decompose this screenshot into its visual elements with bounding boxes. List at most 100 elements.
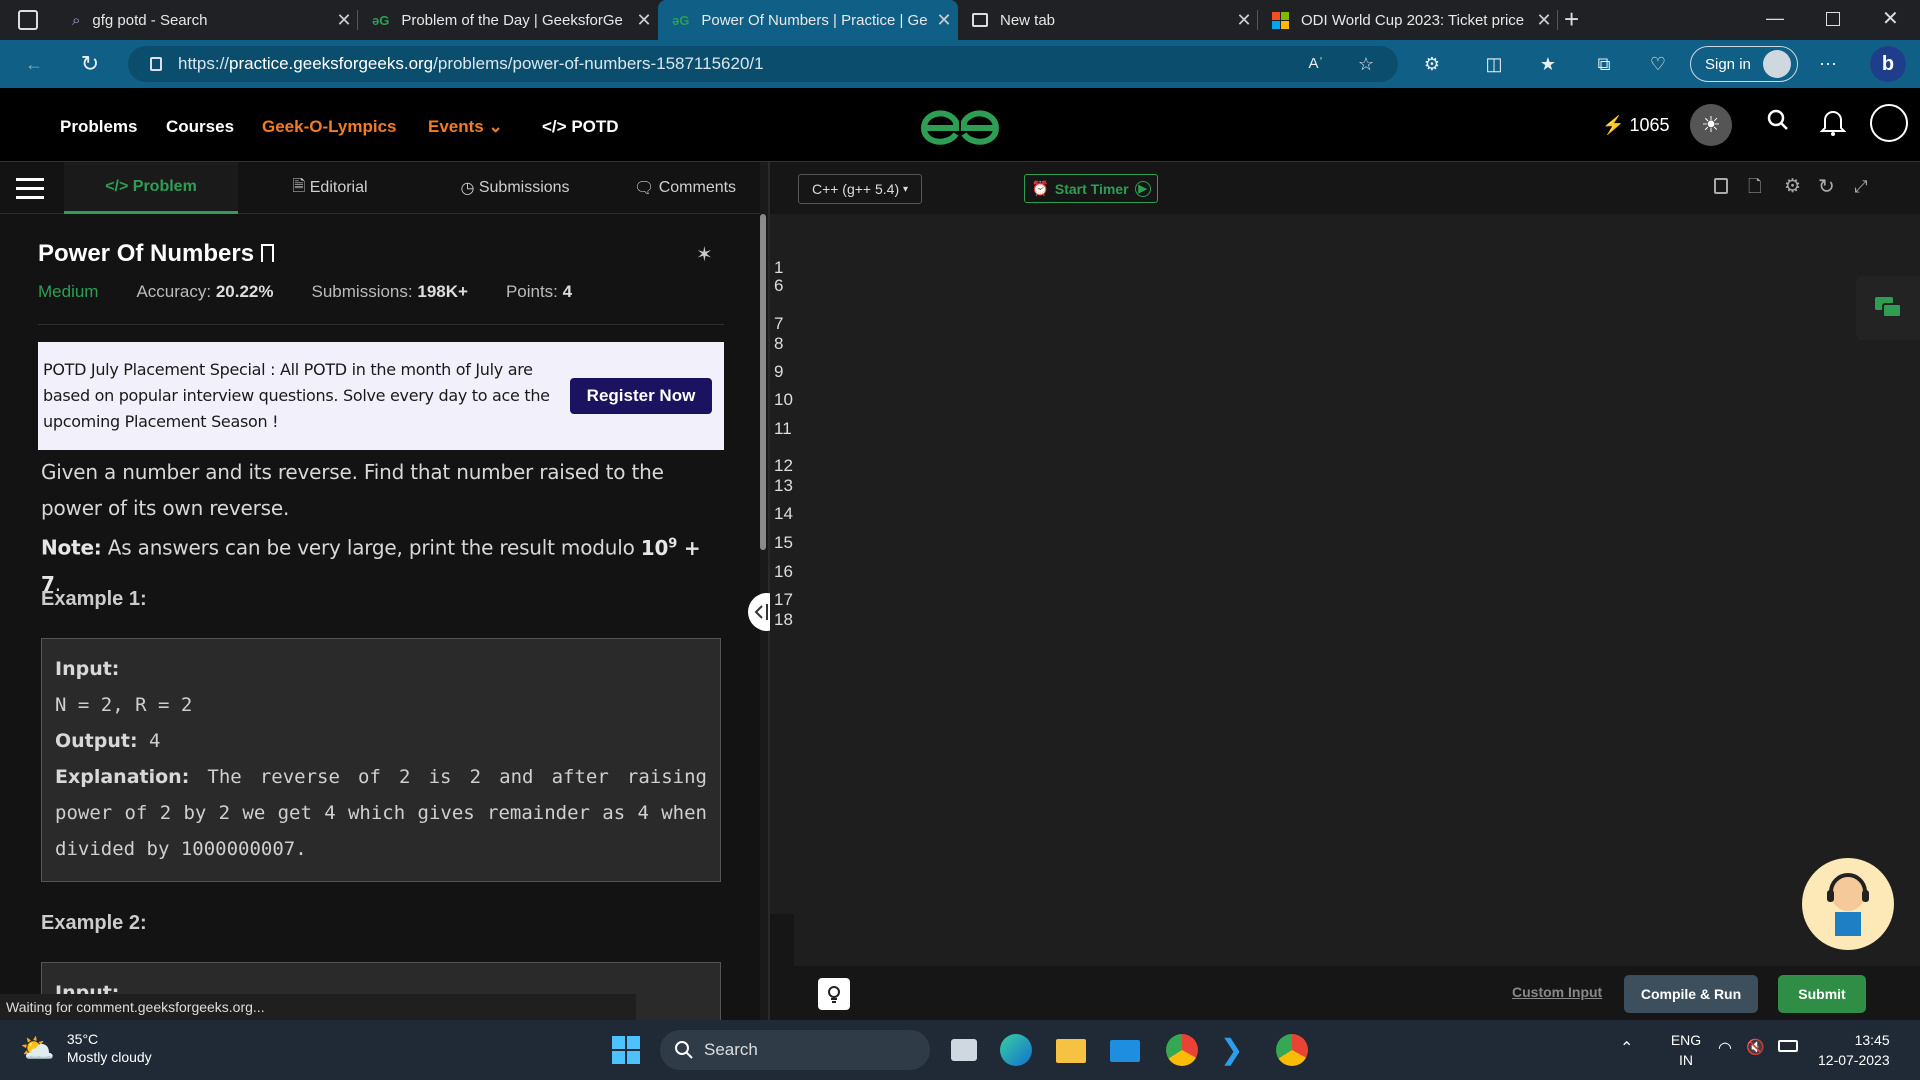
- line-number: 16: [774, 562, 793, 581]
- browser-tab-new[interactable]: New tab ✕: [958, 0, 1258, 40]
- bell-icon[interactable]: [1820, 108, 1846, 136]
- tab-editorial[interactable]: 🗎 Editorial: [250, 162, 410, 214]
- close-window-button[interactable]: ✕: [1882, 6, 1899, 31]
- read-aloud-icon[interactable]: Aʾ: [1304, 52, 1328, 76]
- wifi-icon[interactable]: ◠: [1718, 1038, 1732, 1058]
- close-tab-icon[interactable]: ✕: [1530, 10, 1558, 31]
- taskbar-search[interactable]: Search: [660, 1030, 930, 1070]
- register-now-button[interactable]: Register Now: [570, 378, 712, 414]
- tab-submissions[interactable]: ◷ Submissions: [430, 162, 600, 214]
- compile-run-button[interactable]: Compile & Run: [1624, 975, 1758, 1013]
- custom-input-link[interactable]: Custom Input: [1512, 984, 1602, 1000]
- back-button[interactable]: ←: [22, 52, 46, 76]
- line-number: 8: [774, 334, 784, 353]
- profile-icon[interactable]: [1870, 104, 1908, 142]
- gfg-logo[interactable]: [918, 102, 1002, 148]
- help-bot-avatar[interactable]: [1802, 858, 1894, 950]
- search-icon[interactable]: [1766, 108, 1790, 132]
- line-number: 13: [774, 476, 793, 495]
- browser-essentials-icon[interactable]: ♡: [1646, 52, 1670, 76]
- nav-courses[interactable]: Courses: [166, 117, 234, 137]
- chrome-icon[interactable]: [1166, 1034, 1198, 1066]
- potd-banner: POTD July Placement Special : All POTD i…: [38, 342, 724, 450]
- browser-tab-search[interactable]: ⌕ gfg potd - Search ✕: [58, 0, 358, 40]
- nav-events[interactable]: Events ⌄: [428, 117, 503, 137]
- close-tab-icon[interactable]: ✕: [1230, 10, 1258, 31]
- browser-tab-bar: ⌕ gfg potd - Search ✕ əG Problem of the …: [0, 0, 1920, 40]
- mail-icon[interactable]: [1110, 1034, 1142, 1066]
- restore-button[interactable]: [1826, 12, 1840, 26]
- extensions-icon[interactable]: ⚙: [1420, 52, 1444, 76]
- chrome-profile-icon[interactable]: [1276, 1034, 1308, 1066]
- settings-icon[interactable]: ⚙: [1784, 177, 1802, 196]
- caret-down-icon: ▾: [903, 183, 909, 195]
- more-menu-icon[interactable]: ⋯: [1816, 52, 1840, 76]
- problem-scrollbar[interactable]: [760, 214, 766, 550]
- copy-icon[interactable]: [1714, 178, 1728, 194]
- nav-potd[interactable]: </> POTD: [542, 117, 619, 137]
- start-timer-button[interactable]: ⏰ Start Timer ▶: [1024, 174, 1158, 203]
- battery-icon[interactable]: [1778, 1040, 1798, 1052]
- tab-title: Power Of Numbers | Practice | Ge: [701, 11, 928, 29]
- code-area[interactable]: [794, 214, 1920, 966]
- code-icon: </>: [105, 177, 133, 195]
- speaker-muted-icon[interactable]: 🔇: [1746, 1038, 1765, 1056]
- import-file-icon[interactable]: 🗋: [1748, 178, 1766, 196]
- bookmark-icon[interactable]: [260, 244, 274, 262]
- task-view-icon[interactable]: [948, 1034, 980, 1066]
- line-number: 11: [774, 419, 792, 438]
- streak-count[interactable]: ⚡ 1065: [1602, 115, 1669, 136]
- weather-widget[interactable]: ⛅ 35°C Mostly cloudy: [20, 1030, 152, 1066]
- edge-browser-icon[interactable]: [1000, 1034, 1032, 1066]
- bing-copilot-icon[interactable]: b: [1870, 46, 1906, 82]
- clock-icon: ◷: [460, 180, 479, 197]
- fullscreen-icon[interactable]: ⤢: [1854, 178, 1872, 196]
- browser-tab-power-of-numbers[interactable]: əG Power Of Numbers | Practice | Ge ✕: [658, 0, 958, 40]
- address-bar[interactable]: https://practice.geeksforgeeks.org/probl…: [128, 46, 1398, 82]
- line-number: 9: [774, 362, 784, 381]
- language-select[interactable]: C++ (g++ 5.4) ▾: [798, 174, 922, 204]
- collections-icon[interactable]: ⧉: [1592, 52, 1616, 76]
- code-icon: </>: [542, 117, 567, 136]
- close-tab-icon[interactable]: ✕: [930, 10, 958, 31]
- browser-tab-odi[interactable]: ODI World Cup 2023: Ticket price ✕: [1258, 0, 1558, 40]
- url-text: https://practice.geeksforgeeks.org/probl…: [178, 54, 764, 73]
- chat-icon[interactable]: [1856, 276, 1920, 340]
- taskbar-clock[interactable]: 13:45 12-07-2023: [1818, 1030, 1890, 1070]
- gfg-logo-icon: əG: [372, 12, 390, 28]
- report-bug-icon[interactable]: ✶: [696, 242, 713, 267]
- banner-text: POTD July Placement Special : All POTD i…: [43, 360, 550, 431]
- tab-actions-icon[interactable]: [18, 10, 38, 30]
- file-explorer-icon[interactable]: [1056, 1034, 1088, 1066]
- nav-problems[interactable]: Problems: [60, 117, 137, 137]
- nav-geek-o-lympics[interactable]: Geek-O-Lympics: [262, 117, 396, 137]
- windows-start-icon[interactable]: [612, 1036, 640, 1064]
- theme-toggle-button[interactable]: ☀: [1690, 104, 1732, 146]
- line-number: 1: [774, 258, 784, 277]
- ms-logo-icon: [1272, 11, 1289, 29]
- close-tab-icon[interactable]: ✕: [630, 10, 658, 31]
- split-screen-icon[interactable]: ◫: [1482, 52, 1506, 76]
- language-indicator[interactable]: ENG IN: [1666, 1030, 1706, 1070]
- submit-button[interactable]: Submit: [1778, 975, 1866, 1013]
- site-header: Problems Courses Geek-O-Lympics Events ⌄…: [0, 88, 1920, 162]
- browser-tab-potd[interactable]: əG Problem of the Day | GeeksforGe ✕: [358, 0, 658, 40]
- vscode-icon[interactable]: ❯: [1220, 1034, 1252, 1066]
- chevron-up-icon[interactable]: ⌃: [1620, 1038, 1633, 1058]
- tab-comments[interactable]: 🗨 Comments: [610, 162, 760, 214]
- cloudy-weather-icon: ⛅: [20, 1032, 55, 1064]
- refresh-button[interactable]: ↻: [78, 52, 102, 76]
- tab-problem[interactable]: </> Problem: [64, 162, 238, 214]
- hamburger-menu-icon[interactable]: [16, 178, 44, 199]
- play-icon: ▶: [1134, 180, 1151, 197]
- minimize-button[interactable]: —: [1766, 8, 1784, 29]
- favorite-star-icon[interactable]: ☆: [1354, 52, 1378, 76]
- reset-icon[interactable]: ↻: [1818, 177, 1836, 197]
- favorites-icon[interactable]: ★: [1536, 52, 1560, 76]
- line-number: 6: [774, 276, 784, 295]
- browser-toolbar: ← ↻ https://practice.geeksforgeeks.org/p…: [0, 40, 1920, 88]
- lightbulb-icon[interactable]: [818, 978, 850, 1010]
- close-tab-icon[interactable]: ✕: [330, 10, 358, 31]
- sign-in-button[interactable]: Sign in: [1690, 46, 1798, 82]
- new-tab-button[interactable]: +: [1564, 4, 1579, 35]
